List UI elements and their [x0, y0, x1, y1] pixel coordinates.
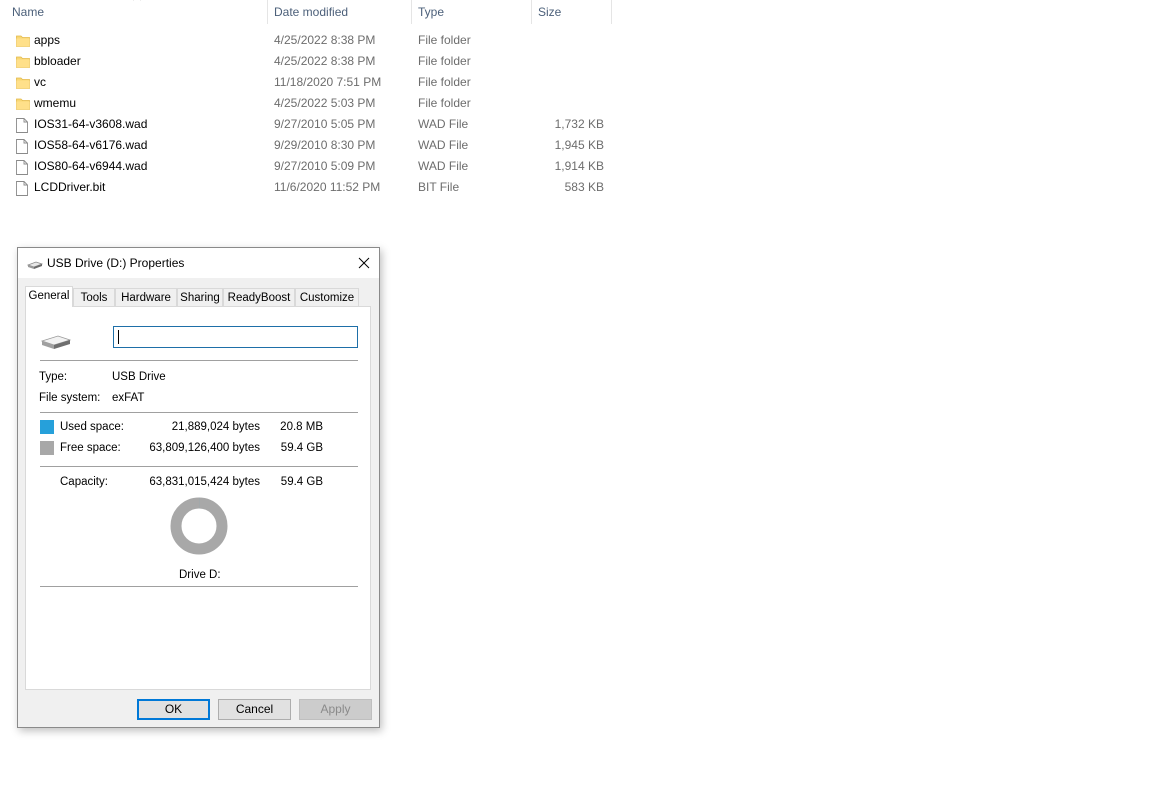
- divider: [40, 586, 358, 587]
- close-icon: [358, 257, 370, 269]
- tab-hardware[interactable]: Hardware: [115, 288, 177, 306]
- file-name: wmemu: [34, 96, 77, 110]
- dialog-titlebar[interactable]: USB Drive (D:) Properties: [18, 248, 379, 278]
- file-size: [530, 30, 604, 51]
- folder-icon: [16, 76, 30, 89]
- file-name: LCDDriver.bit: [34, 180, 106, 194]
- tab-general[interactable]: General: [25, 286, 73, 307]
- column-header-date-modified[interactable]: Date modified: [268, 0, 412, 24]
- file-name: apps: [34, 33, 61, 47]
- file-name: IOS80-64-v6944.wad: [34, 159, 148, 173]
- file-name: IOS58-64-v6176.wad: [34, 138, 148, 152]
- disk-usage-donut: [170, 497, 228, 555]
- free-space-ring: [170, 497, 228, 555]
- file-name: IOS31-64-v3608.wad: [34, 117, 148, 131]
- properties-dialog: USB Drive (D:) Properties General Tools …: [17, 247, 380, 728]
- divider: [40, 412, 358, 413]
- file-type: WAD File: [418, 138, 469, 152]
- column-header-type-label: Type: [418, 5, 445, 19]
- dialog-title: USB Drive (D:) Properties: [47, 256, 185, 270]
- file-system-label: File system:: [39, 392, 101, 404]
- text-caret: [118, 330, 119, 344]
- file-type: WAD File: [418, 159, 469, 173]
- column-header-size[interactable]: Size: [532, 0, 612, 24]
- folder-icon: [16, 55, 30, 68]
- used-space-label: Used space:: [60, 421, 124, 433]
- file-row[interactable]: IOS31-64-v3608.wad 9/27/2010 5:05 PM WAD F…: [0, 114, 612, 135]
- type-label: Type:: [39, 371, 68, 383]
- file-date-modified: 9/27/2010 5:09 PM: [274, 159, 376, 173]
- divider: [40, 360, 358, 361]
- usb-drive-large-icon: [40, 333, 72, 354]
- file-type: File folder: [418, 33, 471, 47]
- file-size: 583 KB: [564, 180, 604, 194]
- file-row[interactable]: bbloader 4/25/2022 8:38 PM File folder: [0, 51, 612, 72]
- file-size: 1,732 KB: [554, 117, 604, 131]
- file-size: [530, 93, 604, 114]
- file-type: BIT File: [418, 180, 460, 194]
- ok-button[interactable]: OK: [137, 699, 210, 720]
- tab-customize[interactable]: Customize: [295, 288, 359, 306]
- file-system-value: exFAT: [112, 392, 145, 404]
- free-space-size: 59.4 GB: [280, 442, 323, 454]
- type-value: USB Drive: [112, 371, 166, 383]
- column-header-date-label: Date modified: [274, 5, 349, 19]
- file-size: 1,914 KB: [554, 159, 604, 173]
- tab-readyboost[interactable]: ReadyBoost: [223, 288, 295, 306]
- capacity-label: Capacity:: [60, 476, 108, 488]
- file-icon: [16, 160, 30, 175]
- cancel-button[interactable]: Cancel: [218, 699, 291, 720]
- file-size: 1,945 KB: [554, 138, 604, 152]
- column-header-type[interactable]: Type: [412, 0, 532, 24]
- folder-icon: [16, 34, 30, 47]
- column-header-name-label: Name: [12, 5, 45, 19]
- column-header-size-label: Size: [538, 5, 562, 19]
- file-date-modified: 4/25/2022 8:38 PM: [274, 54, 376, 68]
- tab-tools[interactable]: Tools: [73, 288, 115, 306]
- used-space-swatch: [40, 420, 54, 434]
- capacity-bytes: 63,831,015,424 bytes: [149, 476, 260, 488]
- file-date-modified: 9/29/2010 8:30 PM: [274, 138, 376, 152]
- file-icon: [16, 118, 30, 133]
- file-date-modified: 9/27/2010 5:05 PM: [274, 117, 376, 131]
- free-space-bytes: 63,809,126,400 bytes: [149, 442, 260, 454]
- general-tab-panel: Type: USB Drive File system: exFAT Used …: [25, 306, 371, 690]
- file-type: WAD File: [418, 117, 469, 131]
- file-type: File folder: [418, 54, 471, 68]
- close-button[interactable]: [349, 248, 379, 278]
- free-space-label: Free space:: [60, 442, 121, 454]
- file-size: [530, 72, 604, 93]
- file-icon: [16, 181, 30, 196]
- column-header-row: Name Date modified Type Size: [0, 0, 612, 24]
- file-type: File folder: [418, 96, 471, 110]
- drive-label: Drive D:: [179, 569, 221, 581]
- sort-ascending-icon: [132, 0, 142, 5]
- tab-sharing[interactable]: Sharing: [177, 288, 223, 306]
- file-date-modified: 4/25/2022 8:38 PM: [274, 33, 376, 47]
- file-icon: [16, 139, 30, 154]
- file-row[interactable]: IOS80-64-v6944.wad 9/27/2010 5:09 PM WAD F…: [0, 156, 612, 177]
- file-row[interactable]: LCDDriver.bit 11/6/2020 11:52 PM BIT File 5…: [0, 177, 612, 198]
- used-space-size: 20.8 MB: [280, 421, 323, 433]
- file-name: bbloader: [34, 54, 81, 68]
- used-space-bytes: 21,889,024 bytes: [171, 421, 260, 433]
- file-row[interactable]: IOS58-64-v6176.wad 9/29/2010 8:30 PM WAD F…: [0, 135, 612, 156]
- usb-drive-icon: [26, 259, 44, 273]
- divider: [40, 466, 358, 467]
- file-row[interactable]: apps 4/25/2022 8:38 PM File folder: [0, 30, 612, 51]
- file-date-modified: 11/6/2020 11:52 PM: [274, 180, 381, 194]
- volume-label-input[interactable]: [113, 326, 358, 348]
- apply-button[interactable]: Apply: [299, 699, 372, 720]
- file-size: [530, 51, 604, 72]
- file-type: File folder: [418, 75, 471, 89]
- capacity-size: 59.4 GB: [280, 476, 323, 488]
- file-date-modified: 11/18/2020 7:51 PM: [274, 75, 382, 89]
- free-space-swatch: [40, 441, 54, 455]
- file-name: vc: [34, 75, 46, 89]
- file-row[interactable]: vc 11/18/2020 7:51 PM File folder: [0, 72, 612, 93]
- file-row[interactable]: wmemu 4/25/2022 5:03 PM File folder: [0, 93, 612, 114]
- file-date-modified: 4/25/2022 5:03 PM: [274, 96, 376, 110]
- folder-icon: [16, 97, 30, 110]
